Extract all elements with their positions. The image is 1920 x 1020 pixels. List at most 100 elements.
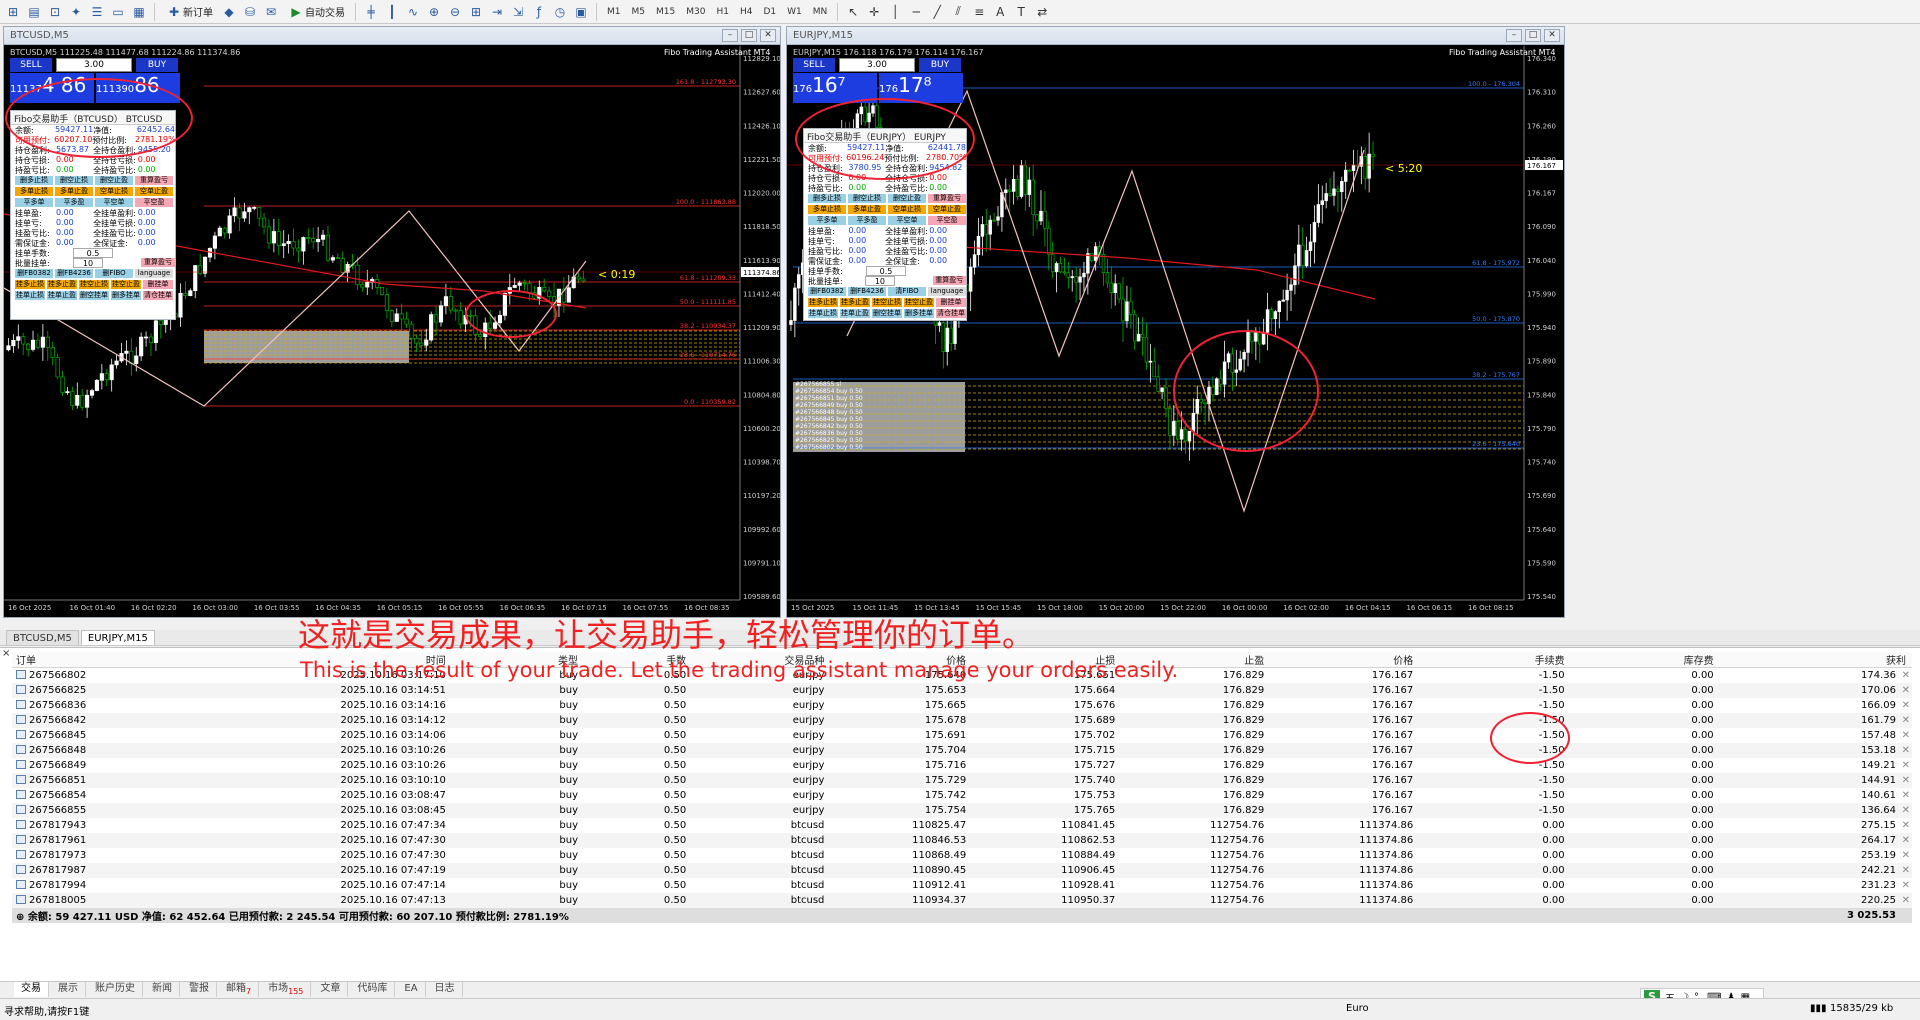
zoom-out-icon[interactable]: ⊖ (446, 3, 464, 21)
tab-btcusd[interactable]: BTCUSD,M5 (6, 630, 79, 645)
panel-action-button[interactable]: 多单止损 (808, 205, 846, 214)
tab-code-base[interactable]: 代码库 (350, 982, 396, 997)
column-header[interactable]: 订单 (12, 652, 193, 668)
pending-action-button[interactable]: 挂单止损 (15, 291, 45, 300)
pending-action-button[interactable]: 挂多止盈 (47, 280, 77, 289)
timeframe-w1[interactable]: W1 (783, 7, 806, 17)
tab-account-history[interactable]: 账户历史 (88, 982, 143, 997)
batch-stepper[interactable]: 10 (73, 258, 103, 268)
tab-trade[interactable]: 交易 (14, 982, 49, 997)
table-row[interactable]: 267566854 2025.10.16 03:08:47 buy 0.50 eurjp… (12, 788, 1912, 803)
pending-action-button[interactable]: 挂单止盈 (840, 309, 870, 318)
fibo-action-button[interactable]: language (928, 287, 966, 296)
chart-shift-icon[interactable]: ⇥ (488, 3, 506, 21)
column-header[interactable]: 库存费 (1570, 652, 1720, 668)
tab-mailbox[interactable]: 邮箱7 (219, 982, 260, 997)
lot-stepper[interactable]: 0.5 (866, 266, 906, 276)
sell-button[interactable]: SELL (793, 58, 835, 72)
metaeditor-icon[interactable]: ◆ (220, 3, 238, 21)
pending-action-button[interactable]: 清仓挂单 (143, 291, 173, 300)
maximize-icon[interactable]: □ (1525, 29, 1541, 42)
tile-windows-icon[interactable]: ⊞ (467, 3, 485, 21)
lot-stepper[interactable]: 0.5 (73, 248, 113, 258)
panel-action-button[interactable]: 多单止损 (15, 187, 53, 196)
table-row[interactable]: 267566855 2025.10.16 03:08:45 buy 0.50 eurjp… (12, 802, 1912, 818)
indicators-icon[interactable]: ƒ (530, 3, 548, 21)
tab-alerts[interactable]: 警报 (182, 982, 217, 997)
column-header[interactable]: 获利 (1719, 652, 1912, 668)
close-order-icon[interactable]: ✕ (1902, 730, 1910, 741)
table-row[interactable]: 267566848 2025.10.16 03:10:26 buy 0.50 eurjp… (12, 742, 1912, 758)
batch-stepper[interactable]: 10 (865, 276, 895, 286)
signals-icon[interactable]: ✉ (262, 3, 280, 21)
panel-action-button[interactable]: 删空止损 (55, 176, 93, 185)
panel-action-button[interactable]: 空单止损 (888, 205, 926, 214)
close-order-icon[interactable]: ✕ (1902, 700, 1910, 711)
pending-action-button[interactable]: 挂空止盈 (904, 298, 934, 307)
recalc-button[interactable]: 重算盈亏 (141, 258, 175, 267)
buy-price-box[interactable]: 17617⁸ (879, 73, 963, 103)
close-order-icon[interactable]: ✕ (1902, 805, 1910, 816)
panel-action-button[interactable]: 删空止盈 (888, 194, 926, 203)
fibo-action-button[interactable]: 删FB4236 (848, 287, 886, 296)
table-row[interactable]: 267817973 2025.10.16 07:47:30 buy 0.50 btcus… (12, 848, 1912, 863)
line-chart-icon[interactable]: ∿ (404, 3, 422, 21)
panel-action-button[interactable]: 删多止损 (15, 176, 53, 185)
panel-action-button[interactable]: 平空单 (888, 216, 926, 225)
panel-action-button[interactable]: 空单止盈 (928, 205, 966, 214)
pending-action-button[interactable]: 挂多止损 (15, 280, 45, 289)
column-header[interactable]: 价格 (1270, 652, 1420, 668)
timeframe-mn[interactable]: MN (809, 7, 832, 17)
auto-trading-button[interactable]: ▶ 自动交易 (283, 3, 349, 21)
table-row[interactable]: 267817943 2025.10.16 07:47:34 buy 0.50 btcus… (12, 818, 1912, 833)
autoscroll-icon[interactable]: ⇲ (509, 3, 527, 21)
close-order-icon[interactable]: ✕ (1902, 850, 1910, 861)
close-order-icon[interactable]: ✕ (1902, 790, 1910, 801)
close-order-icon[interactable]: ✕ (1902, 895, 1910, 906)
buy-button[interactable]: BUY (136, 58, 178, 72)
pending-action-button[interactable]: 删空挂单 (79, 291, 109, 300)
table-row[interactable]: 267817994 2025.10.16 07:47:14 buy 0.50 btcus… (12, 878, 1912, 893)
pending-action-button[interactable]: 删多挂单 (111, 291, 141, 300)
table-row[interactable]: 267817961 2025.10.16 07:47:30 buy 0.50 btcus… (12, 832, 1912, 848)
close-order-icon[interactable]: ✕ (1902, 760, 1910, 771)
panel-action-button[interactable]: 重算盈亏 (928, 194, 966, 203)
tab-exposure[interactable]: 展示 (51, 982, 86, 997)
fibo-action-button[interactable]: 删FB4236 (55, 269, 93, 278)
buy-button[interactable]: BUY (919, 58, 961, 72)
panel-action-button[interactable]: 平空盈 (135, 198, 173, 207)
market-watch-icon[interactable]: ⊡ (46, 3, 64, 21)
fibo-action-button[interactable]: 删FIBO (95, 269, 133, 278)
tab-market[interactable]: 市场155 (261, 982, 312, 997)
data-window-icon[interactable]: ✦ (67, 3, 85, 21)
close-order-icon[interactable]: ✕ (1902, 670, 1910, 681)
tab-journal[interactable]: 日志 (428, 982, 463, 997)
close-icon[interactable]: ✕ (760, 29, 776, 42)
panel-action-button[interactable]: 平多单 (15, 198, 53, 207)
pending-action-button[interactable]: 挂空止损 (79, 280, 109, 289)
fibo-action-button[interactable]: 删FB0382 (808, 287, 846, 296)
chart-window-btcusd[interactable]: BTCUSD,M5 – □ ✕ 112829.10 112627.60 112426.1… (3, 26, 781, 618)
lot-size-input[interactable]: 3.00 (839, 58, 915, 72)
timeframe-d1[interactable]: D1 (759, 7, 780, 17)
text-icon[interactable]: A (991, 3, 1009, 21)
fibonacci-icon[interactable]: ≡ (970, 3, 988, 21)
close-order-icon[interactable]: ✕ (1902, 685, 1910, 696)
timeframe-m1[interactable]: M1 (603, 7, 625, 17)
tab-news[interactable]: 新闻 (145, 982, 180, 997)
table-row[interactable]: 267566851 2025.10.16 03:10:10 buy 0.50 eurjp… (12, 772, 1912, 788)
templates-icon[interactable]: ▣ (572, 3, 590, 21)
pending-action-button[interactable]: 挂空止盈 (111, 280, 141, 289)
panel-action-button[interactable]: 删多止损 (808, 194, 846, 203)
channel-icon[interactable]: ⫽ (949, 3, 967, 21)
label-icon[interactable]: T (1012, 3, 1030, 21)
tab-eurjpy[interactable]: EURJPY,M15 (80, 630, 155, 645)
terminal-icon[interactable]: ▭ (109, 3, 127, 21)
new-order-button[interactable]: ✚ 新订单 (161, 3, 217, 21)
cursor-icon[interactable]: ↖ (844, 3, 862, 21)
fibo-action-button[interactable]: 删FB0382 (15, 269, 53, 278)
close-order-icon[interactable]: ✕ (1902, 820, 1910, 831)
minimize-icon[interactable]: – (722, 29, 738, 42)
pending-action-button[interactable]: 挂单止盈 (47, 291, 77, 300)
table-row[interactable]: 267566849 2025.10.16 03:10:26 buy 0.50 eurjp… (12, 758, 1912, 773)
